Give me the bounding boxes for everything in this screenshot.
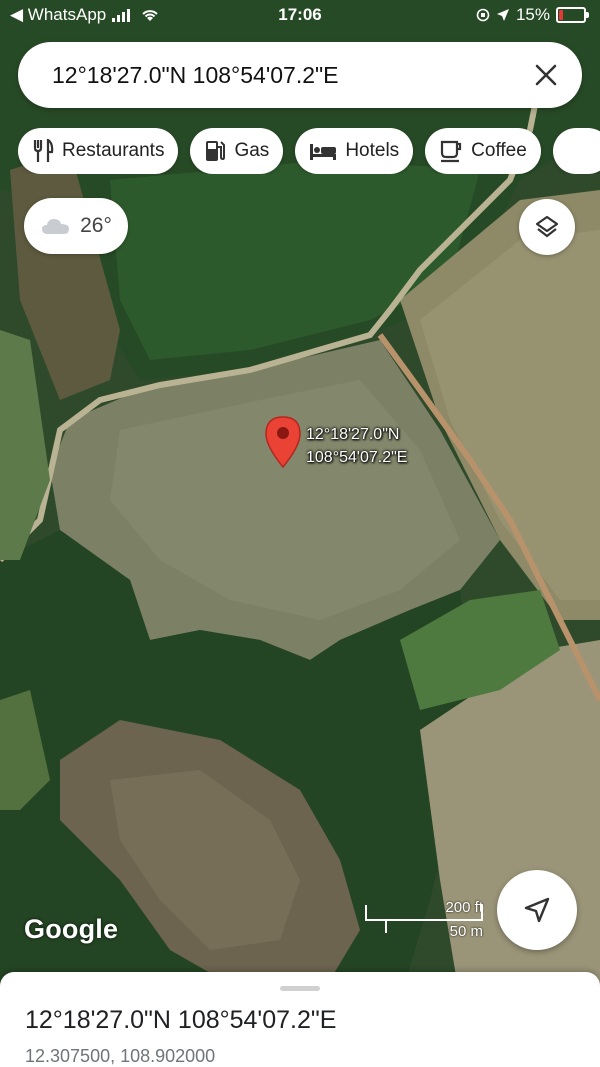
category-chips: Restaurants Gas Hotels Coffee	[18, 128, 600, 174]
weather-widget[interactable]: 26°	[24, 198, 128, 254]
orientation-lock-icon	[476, 8, 490, 22]
battery-icon	[556, 7, 589, 23]
chip-label: Gas	[234, 140, 270, 161]
weather-temperature: 26°	[80, 214, 112, 237]
close-icon	[535, 64, 557, 86]
utensils-icon	[33, 139, 54, 162]
scale-feet: 200 ft	[445, 899, 483, 916]
chip-hotels[interactable]: Hotels	[295, 128, 414, 174]
google-logo: Google	[24, 914, 119, 944]
bed-icon	[310, 144, 337, 160]
chip-label: Restaurants	[62, 140, 165, 161]
gas-pump-icon	[206, 141, 226, 161]
place-title: 12°18'27.0"N 108°54'07.2"E	[25, 1006, 337, 1034]
pin-longitude: 108°54'07.2"E	[306, 449, 408, 466]
status-bar: ◀ WhatsApp 17:06 15%	[0, 0, 600, 30]
pin-label: 12°18'27.0"N 108°54'07.2"E	[306, 423, 407, 469]
clear-search-button[interactable]	[516, 45, 576, 105]
map-scale: 200 ft 50 m	[365, 897, 489, 943]
navigation-arrow-icon	[524, 897, 550, 923]
my-location-button[interactable]	[497, 870, 577, 950]
sheet-drag-handle[interactable]	[280, 986, 320, 991]
map-layers-button[interactable]	[519, 199, 575, 255]
chip-label: Coffee	[471, 140, 527, 161]
chip-more[interactable]	[552, 128, 600, 174]
chip-restaurants[interactable]: Restaurants	[18, 128, 179, 174]
scale-meters: 50 m	[449, 923, 483, 940]
place-decimal-coords: 12.307500, 108.902000	[25, 1046, 216, 1066]
place-bottom-sheet[interactable]: 12°18'27.0"N 108°54'07.2"E 12.307500, 10…	[0, 972, 600, 1067]
pin-latitude: 12°18'27.0"N	[306, 426, 400, 443]
coffee-cup-icon	[441, 140, 462, 163]
search-input[interactable]: 12°18'27.0"N 108°54'07.2"E	[18, 62, 516, 89]
battery-percent: 15%	[515, 5, 550, 24]
cloud-icon	[42, 219, 70, 234]
chip-coffee[interactable]: Coffee	[425, 128, 541, 174]
search-bar[interactable]: 12°18'27.0"N 108°54'07.2"E	[18, 42, 582, 108]
layers-icon	[535, 215, 559, 238]
status-right: 15%	[476, 5, 589, 25]
chip-gas[interactable]: Gas	[190, 128, 284, 174]
chip-label: Hotels	[345, 140, 400, 161]
location-pin-icon[interactable]	[264, 415, 302, 469]
location-arrow-icon	[496, 9, 509, 21]
